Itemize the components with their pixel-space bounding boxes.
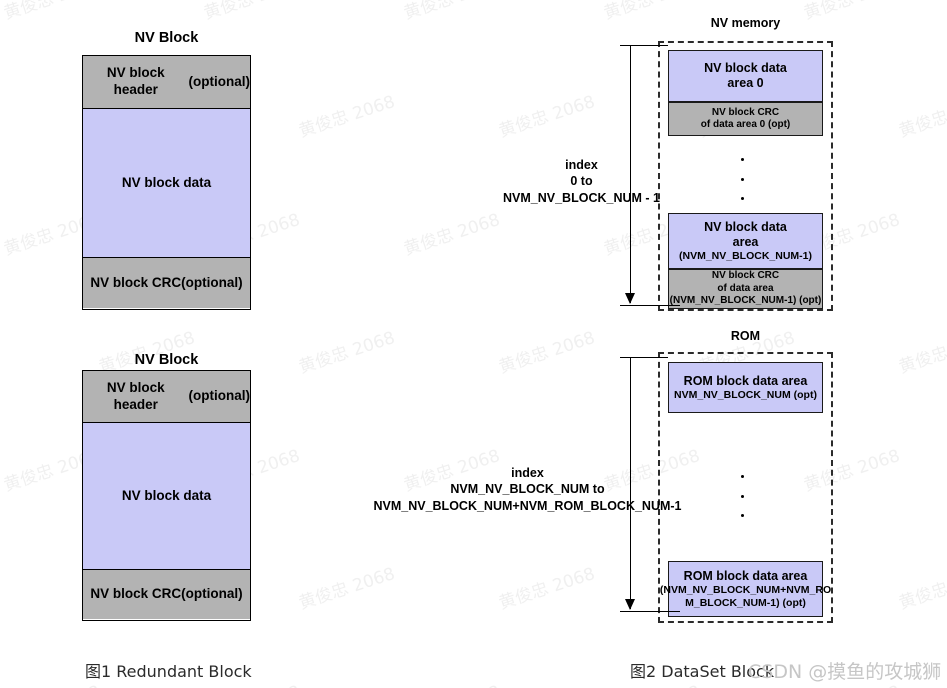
left-block-2-crc-l1: NV block CRC <box>90 586 182 602</box>
left-block-1-header-l2: (optional) <box>188 73 250 89</box>
nv-memory-ellipsis <box>740 158 744 200</box>
watermark-text: 黄俊忠 2068 <box>400 677 503 688</box>
left-block-1-crc-l1: NV block CRC <box>90 274 182 290</box>
left-block-2-crc: NV block CRC (optional) <box>83 570 250 619</box>
watermark-text: 黄俊忠 2068 <box>496 91 598 142</box>
nv-block-crc-area-last: NV block CRC of data area (NVM_NV_BLOCK_… <box>668 269 823 309</box>
nv-index-label-l1: index <box>565 158 598 172</box>
rom-index-bottom-tick <box>620 611 680 612</box>
watermark-text: 黄俊忠 2068 <box>401 209 503 260</box>
nv-block-data-area-0-l1: NV block data <box>704 61 787 75</box>
watermark-text: 黄俊忠 2068 <box>496 327 598 378</box>
rom-ellipsis <box>740 475 744 517</box>
watermark-text: 黄俊忠 2068 <box>296 563 398 614</box>
nv-index-label: index 0 to NVM_NV_BLOCK_NUM - 1 <box>438 157 725 206</box>
left-block-1-crc-l2: (optional) <box>181 274 243 290</box>
left-block-2-crc-l2: (optional) <box>181 586 243 602</box>
watermark-text: 黄俊忠 2068 <box>896 92 947 142</box>
nv-index-label-l2: 0 to <box>570 174 593 189</box>
rom-index-arrow-head <box>625 599 635 610</box>
rom-block-data-area-first-sub: NVM_NV_BLOCK_NUM (opt) <box>674 388 817 401</box>
rom-index-label: index NVM_NV_BLOCK_NUM to NVM_NV_BLOCK_N… <box>330 465 725 514</box>
watermark-text: 黄俊忠 2068 <box>496 563 598 614</box>
watermark-text: 黄俊忠 2068 <box>0 0 103 24</box>
nv-block-crc-area-last-l2: of data area <box>717 282 774 294</box>
diagram-page: 黄俊忠 2068 黄俊忠 2068 黄俊忠 2068 黄俊忠 2068 黄俊忠 2068… <box>0 0 947 688</box>
nv-index-arrow-head <box>625 293 635 304</box>
left-block-2-header-l2: (optional) <box>188 388 250 404</box>
rom-block-data-area-last-l1: ROM block data area <box>683 568 808 583</box>
rom-index-label-l3: NVM_NV_BLOCK_NUM+NVM_ROM_BLOCK_NUM-1 <box>373 498 682 513</box>
left-block-1-title: NV Block <box>134 30 199 46</box>
watermark-text: 黄俊忠 2068 <box>896 564 947 614</box>
left-block-1-data: NV block data <box>83 108 250 258</box>
left-block-2-header-l1: NV block header <box>106 379 165 412</box>
nv-block-data-area-0: NV block data area 0 <box>668 50 823 102</box>
nv-memory-title: NV memory <box>710 16 781 30</box>
nv-block-crc-area-last-l1: NV block CRC <box>711 270 780 282</box>
nv-block-data-area-0-l2: area 0 <box>727 76 764 90</box>
watermark-text: 黄俊忠 2068 <box>296 327 398 378</box>
rom-index-label-l2: NVM_NV_BLOCK_NUM to <box>450 482 605 497</box>
left-block-1-data-l1: NV block data <box>121 174 212 190</box>
nv-block-crc-area-last-l3: (NVM_NV_BLOCK_NUM-1) (opt) <box>669 295 822 307</box>
rom-index-top-tick <box>620 357 668 358</box>
rom-index-label-l1: index <box>511 466 544 480</box>
watermark-text: 黄俊忠 2068 <box>296 91 398 142</box>
left-block-2-header: NV block header (optional) <box>83 371 250 422</box>
rom-block-data-area-first: ROM block data area NVM_NV_BLOCK_NUM (op… <box>668 362 823 413</box>
nv-block-data-area-last: NV block data area (NVM_NV_BLOCK_NUM-1) <box>668 213 823 269</box>
left-block-2-title: NV Block <box>134 352 199 368</box>
rom-block-data-area-last-sub2: M_BLOCK_NUM-1) (opt) <box>685 596 806 609</box>
watermark-text: 黄俊忠 2068 <box>200 0 303 24</box>
left-block-2-data: NV block data <box>83 422 250 570</box>
nv-block-crc-area-0: NV block CRC of data area 0 (opt) <box>668 102 823 136</box>
left-block-1: NV block header (optional) NV block data… <box>82 55 251 310</box>
nv-block-data-area-last-sub: (NVM_NV_BLOCK_NUM-1) <box>678 249 812 262</box>
caption-figure-1: 图1 Redundant Block <box>85 662 252 681</box>
nv-block-data-area-last-l2: area <box>732 234 759 249</box>
nv-block-crc-area-0-l2: of data area 0 (opt) <box>700 119 791 130</box>
rom-block-data-area-first-l1: ROM block data area <box>683 373 808 388</box>
left-block-1-header: NV block header (optional) <box>83 56 250 108</box>
left-block-1-crc: NV block CRC (optional) <box>83 258 250 308</box>
nv-index-top-tick <box>620 45 668 46</box>
left-block-2-data-l1: NV block data <box>121 487 212 503</box>
watermark-text: 黄俊忠 2068 <box>896 328 947 378</box>
nv-index-label-l3: NVM_NV_BLOCK_NUM - 1 <box>503 190 660 205</box>
rom-block-data-area-last: ROM block data area (NVM_NV_BLOCK_NUM+NV… <box>660 561 831 617</box>
nv-index-bottom-tick <box>620 305 680 306</box>
nv-block-crc-area-0-l1: NV block CRC <box>711 106 780 118</box>
left-block-1-header-l1: NV block header <box>106 65 165 97</box>
rom-title: ROM <box>730 329 761 343</box>
rom-block-data-area-last-sub1: (NVM_NV_BLOCK_NUM+NVM_RO <box>659 583 832 596</box>
watermark-text: 黄俊忠 2068 <box>400 0 503 24</box>
left-block-2: NV block header (optional) NV block data… <box>82 370 251 621</box>
csdn-watermark: CSDN @摸鱼的攻城狮 <box>748 661 942 683</box>
nv-block-data-area-last-l1: NV block data <box>704 219 787 234</box>
